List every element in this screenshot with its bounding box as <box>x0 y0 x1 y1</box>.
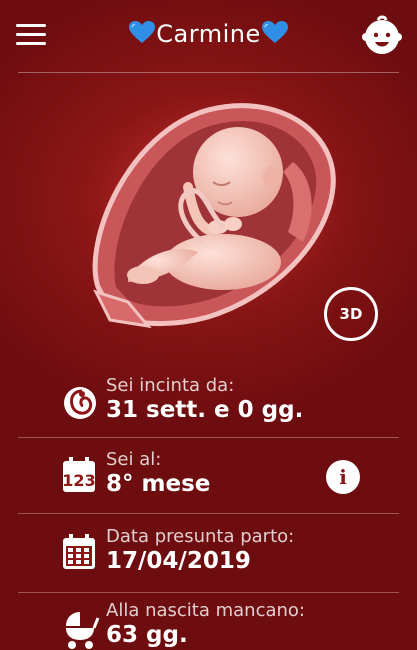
info-button[interactable]: i <box>326 460 360 494</box>
baby-face-icon[interactable] <box>361 14 403 56</box>
stat-label: Data presunta parto: <box>106 526 295 547</box>
svg-text:123: 123 <box>62 471 95 490</box>
stroller-icon <box>66 612 100 649</box>
month-number-icon: 123 <box>62 457 96 492</box>
stat-value: 17/04/2019 <box>106 548 251 574</box>
calendar-icon <box>63 534 95 569</box>
stat-row-days-left: Alla nascita mancano: 63 gg. <box>0 600 417 650</box>
header-divider <box>18 72 399 73</box>
stat-value: 8° mese <box>106 471 211 497</box>
row-divider <box>18 513 399 514</box>
row-divider <box>18 437 399 438</box>
stat-value: 31 sett. e 0 gg. <box>106 397 304 423</box>
stat-row-due-date: Data presunta parto: 17/04/2019 <box>0 526 417 588</box>
view-3d-label: 3D <box>332 295 370 333</box>
top-bar: Carmine <box>0 0 417 72</box>
stat-label: Sei al: <box>106 449 162 470</box>
blue-heart-icon <box>261 21 288 43</box>
stat-row-month: 123 Sei al: 8° mese i <box>0 449 417 511</box>
stat-label: Alla nascita mancano: <box>106 600 305 621</box>
pregnancy-icon <box>64 387 96 419</box>
row-divider <box>18 592 399 593</box>
view-3d-button[interactable]: 3D <box>324 287 378 341</box>
blue-heart-icon <box>129 21 156 43</box>
page-title: Carmine <box>0 20 417 48</box>
stat-row-pregnancy-duration: Sei incinta da: 31 sett. e 0 gg. <box>0 375 417 437</box>
stat-label: Sei incinta da: <box>106 375 235 396</box>
mother-name: Carmine <box>156 20 261 48</box>
fetus-illustration <box>92 92 353 329</box>
stat-value: 63 gg. <box>106 622 188 648</box>
